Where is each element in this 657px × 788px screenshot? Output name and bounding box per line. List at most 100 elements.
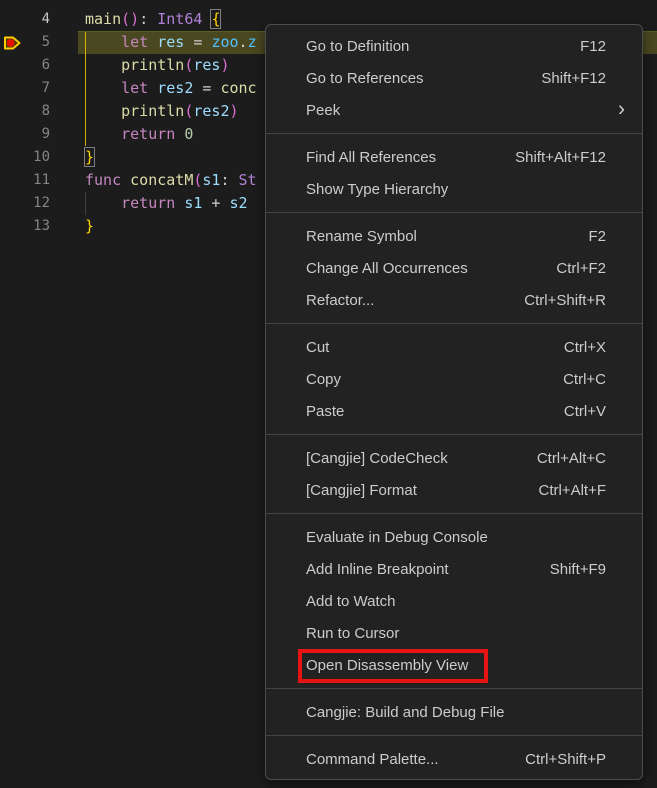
code-token: s1 — [184, 194, 202, 212]
menu-separator — [266, 133, 642, 134]
code-token: z — [248, 33, 257, 51]
menu-item-shortcut: Ctrl+X — [564, 339, 606, 356]
menu-item-label: Open Disassembly View — [306, 657, 468, 674]
code-line-text: return 0 — [85, 123, 193, 146]
code-token — [85, 56, 121, 74]
menu-item-shortcut: Shift+Alt+F12 — [515, 149, 606, 166]
code-token: : — [139, 10, 157, 28]
line-number[interactable]: 13 — [0, 215, 50, 238]
menu-item-shortcut: F2 — [588, 228, 606, 245]
menu-item-evaluate-in-debug-console[interactable]: Evaluate in Debug Console — [266, 521, 642, 553]
line-number[interactable]: 9 — [0, 123, 50, 146]
line-number[interactable]: 6 — [0, 54, 50, 77]
menu-item-label: Find All References — [306, 149, 436, 166]
code-token: return — [121, 194, 175, 212]
code-line-text: let res = zoo.z — [85, 31, 257, 54]
menu-item-add-inline-breakpoint[interactable]: Add Inline Breakpoint Shift+F9 — [266, 553, 642, 585]
menu-item-add-to-watch[interactable]: Add to Watch — [266, 585, 642, 617]
code-token: Int64 — [157, 10, 202, 28]
menu-item-go-to-references[interactable]: Go to ReferencesShift+F12 — [266, 62, 642, 94]
code-line-text: func concatM(s1: St — [85, 169, 257, 192]
menu-item-label: Change All Occurrences — [306, 260, 468, 277]
code-token: { — [211, 10, 220, 28]
code-token — [121, 171, 130, 189]
menu-item-label: Evaluate in Debug Console — [306, 529, 488, 546]
code-token: = — [184, 33, 211, 51]
menu-item-label: Run to Cursor — [306, 625, 399, 642]
code-line-text: return s1 + s2 — [85, 192, 248, 215]
line-number[interactable]: 12 — [0, 192, 50, 215]
menu-item-label: Rename Symbol — [306, 228, 417, 245]
submenu-arrow-icon: › — [618, 99, 625, 120]
menu-separator — [266, 513, 642, 514]
menu-item-command-palette[interactable]: Command Palette...Ctrl+Shift+P — [266, 743, 642, 775]
menu-item-find-all-references[interactable]: Find All References Shift+Alt+F12 — [266, 141, 642, 173]
line-number[interactable]: 4 — [0, 8, 50, 31]
code-token: + — [202, 194, 229, 212]
menu-item-peek[interactable]: Peek › — [266, 94, 642, 126]
menu-item-shortcut: Ctrl+Shift+R — [524, 292, 606, 309]
code-token: () — [121, 10, 139, 28]
code-token: let — [121, 33, 148, 51]
menu-item-shortcut: Ctrl+Alt+F — [538, 482, 606, 499]
code-token — [85, 102, 121, 120]
code-token: res — [157, 33, 184, 51]
line-number[interactable]: 7 — [0, 77, 50, 100]
menu-item-label: Add Inline Breakpoint — [306, 561, 449, 578]
line-number[interactable]: 8 — [0, 100, 50, 123]
code-token: res2 — [193, 102, 229, 120]
menu-item-shortcut: Ctrl+Alt+C — [537, 450, 606, 467]
menu-item-go-to-definition[interactable]: Go to DefinitionF12 — [266, 30, 642, 62]
menu-item-cangjie-format[interactable]: [Cangjie] Format Ctrl+Alt+F — [266, 474, 642, 506]
code-token — [85, 125, 121, 143]
menu-item-label: Copy — [306, 371, 341, 388]
code-token: ) — [230, 102, 239, 120]
menu-item-refactor[interactable]: Refactor...Ctrl+Shift+R — [266, 284, 642, 316]
code-token — [85, 194, 121, 212]
menu-separator — [266, 323, 642, 324]
menu-item-label: [Cangjie] Format — [306, 482, 417, 499]
code-token: } — [85, 148, 94, 166]
menu-item-shortcut: Ctrl+Shift+P — [525, 751, 606, 768]
menu-separator — [266, 735, 642, 736]
context-menu: Go to DefinitionF12Go to ReferencesShift… — [265, 24, 643, 780]
code-token — [175, 194, 184, 212]
menu-item-shortcut: Ctrl+F2 — [556, 260, 606, 277]
code-token: res — [193, 56, 220, 74]
menu-item-shortcut: Ctrl+V — [564, 403, 606, 420]
menu-separator — [266, 212, 642, 213]
menu-item-shortcut: F12 — [580, 38, 606, 55]
menu-item-label: Cangjie: Build and Debug File — [306, 704, 504, 721]
menu-item-copy[interactable]: Copy Ctrl+C — [266, 363, 642, 395]
menu-item-shortcut: Ctrl+C — [563, 371, 606, 388]
vscode-editor-screenshot: 4main(): Int64 {5 let res = zoo.z6 print… — [0, 0, 657, 788]
code-line-text: } — [85, 215, 94, 238]
menu-item-shortcut: Shift+F9 — [550, 561, 606, 578]
code-token — [85, 33, 121, 51]
menu-item-show-type-hierarchy[interactable]: Show Type Hierarchy — [266, 173, 642, 205]
menu-item-label: Show Type Hierarchy — [306, 181, 448, 198]
code-line-text: let res2 = conc — [85, 77, 257, 100]
code-token: res2 — [157, 79, 193, 97]
code-token: . — [239, 33, 248, 51]
code-token: s1 — [202, 171, 220, 189]
menu-item-cangjie-build-and-debug-file[interactable]: Cangjie: Build and Debug File — [266, 696, 642, 728]
menu-item-change-all-occurrences[interactable]: Change All Occurrences Ctrl+F2 — [266, 252, 642, 284]
menu-item-cut[interactable]: CutCtrl+X — [266, 331, 642, 363]
menu-item-run-to-cursor[interactable]: Run to Cursor — [266, 617, 642, 649]
menu-item-rename-symbol[interactable]: Rename Symbol F2 — [266, 220, 642, 252]
line-number[interactable]: 10 — [0, 146, 50, 169]
line-number[interactable]: 5 — [0, 31, 50, 54]
code-token: func — [85, 171, 121, 189]
code-line-text: } — [85, 146, 94, 169]
menu-item-label: Paste — [306, 403, 344, 420]
code-token — [148, 33, 157, 51]
menu-item-paste[interactable]: Paste Ctrl+V — [266, 395, 642, 427]
code-line-text: println(res) — [85, 54, 230, 77]
menu-item-cangjie-codecheck[interactable]: [Cangjie] CodeCheckCtrl+Alt+C — [266, 442, 642, 474]
menu-item-open-disassembly-view[interactable]: Open Disassembly View — [266, 649, 642, 681]
menu-separator — [266, 688, 642, 689]
menu-item-label: Peek — [306, 102, 340, 119]
code-token: 0 — [184, 125, 193, 143]
line-number[interactable]: 11 — [0, 169, 50, 192]
